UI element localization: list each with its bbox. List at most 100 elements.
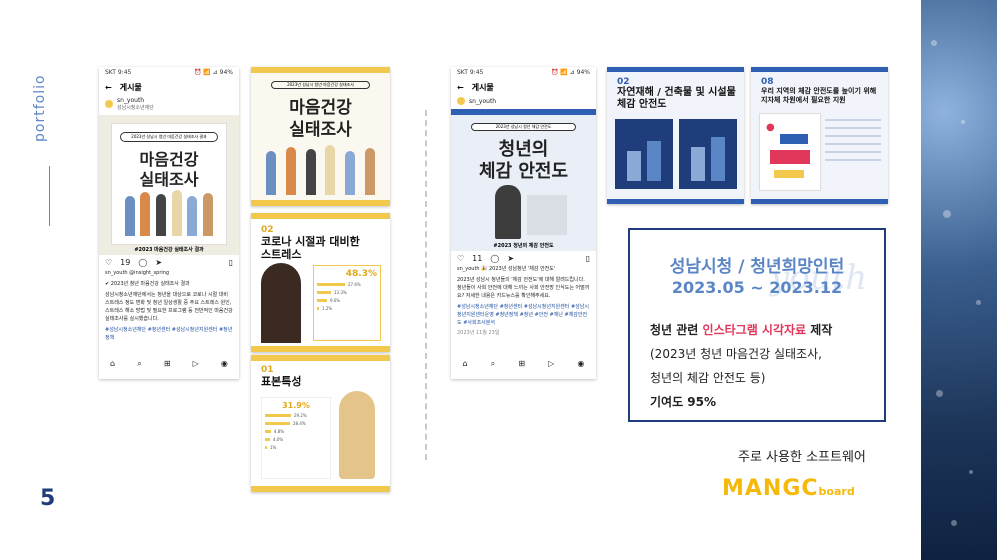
like-count: 11 [472, 253, 483, 263]
stat-value: 4.8% [274, 429, 285, 434]
card-local-support: 08 우리 지역의 체감 안전도를 높이기 위해 지자체 차원에서 필요한 지원… [751, 67, 888, 204]
username: sn_youth [469, 97, 497, 105]
project-description: 청년 관련 인스타그램 시각자료 제작 (2023년 청년 마음건강 실태조사,… [650, 318, 832, 414]
username: sn_youth [117, 97, 145, 104]
section-divider [425, 110, 427, 460]
like-count: 19 [120, 257, 131, 267]
poster-title-line-2: 실태조사 [139, 170, 199, 189]
people-illustration [261, 143, 380, 195]
home-icon[interactable]: ⌂ [463, 359, 468, 369]
chart-panel [679, 119, 737, 189]
man-on-phone-illustration [339, 391, 375, 479]
page-number: 5 [40, 486, 56, 511]
instagram-post-mental-health: SKT 9:45 ⏰ 📶 ⊿ 94% ← 게시물 sn_youth 성남시청소년재… [99, 67, 239, 379]
bookmark-icon[interactable]: ▯ [586, 254, 590, 263]
stat-value: 9.6% [330, 298, 341, 303]
stat-panel: 48.3% 27.6% 13.3% 9.6% 1.2% [313, 265, 381, 341]
profile-icon[interactable]: ◉ [221, 359, 228, 369]
status-icons: ⏰ 📶 ⊿ 94% [193, 69, 233, 76]
stat-value: 29.2% [294, 413, 307, 418]
ig-tab-bar: ⌂ ⌕ ⊞ ▷ ◉ [99, 359, 239, 369]
status-carrier: SKT 9:45 [105, 69, 132, 76]
card-mental-health-cover: 2023년 성남시 청년 마음건강 실태조사 마음건강 실태조사 [251, 67, 390, 206]
back-arrow-icon[interactable]: ← [105, 83, 112, 92]
post-header-title: 게시물 [471, 82, 494, 92]
card-number: 08 [761, 77, 774, 87]
decorative-water-texture [921, 0, 997, 560]
heart-icon[interactable]: ♡ [105, 258, 112, 267]
stat-value: 13.3% [334, 290, 347, 295]
caption-hashtags[interactable]: #성남시청소년재단 #청년센터 #성남시청년지원센터 #성남시청년지원센터운영 … [457, 303, 590, 327]
caption-lead: sn_youth 🎉 2023년 성남청년 '체감 안전도' [457, 266, 556, 272]
caption-lead: ✔ 2023년 청년 마음건강 실태조사 결과 [105, 281, 190, 287]
post-user[interactable]: sn_youth [451, 95, 596, 107]
chart-panel [615, 119, 673, 189]
portfolio-label: portfolio [32, 74, 48, 142]
add-post-icon[interactable]: ⊞ [164, 359, 171, 369]
card-covid-stress: 02 코로나 시절과 대비한 스트레스 48.3% 27.6% 13.3% 9.… [251, 213, 390, 352]
card-title: 우리 지역의 체감 안전도를 높이기 위해 지자체 차원에서 필요한 지원 [761, 87, 877, 104]
card-small-title: 2023년 성남시 청년 마음건강 실태조사 [271, 81, 370, 89]
comment-icon[interactable]: ◯ [490, 254, 499, 263]
caption-body: 성남시청소년재단에서는 청년을 대상으로 코로나 시절 대비 스트레스 정도 변… [105, 292, 233, 322]
profile-icon[interactable]: ◉ [577, 359, 584, 369]
highlight-text: 인스타그램 시각자료 [702, 323, 807, 337]
caption-body: 2023년 성남시 청년들의 '체감 안전도'에 대해 알려드립니다. 청년들이… [457, 277, 590, 299]
back-arrow-icon[interactable]: ← [457, 83, 464, 92]
card-title: 코로나 시절과 대비한 스트레스 [261, 235, 360, 261]
reels-icon[interactable]: ▷ [548, 359, 554, 369]
card-number: 01 [261, 365, 274, 375]
add-post-icon[interactable]: ⊞ [518, 359, 525, 369]
software-label: 주로 사용한 소프트웨어 [738, 450, 866, 465]
card-number: 02 [617, 77, 630, 87]
share-icon[interactable]: ➤ [507, 254, 514, 263]
stat-value: 1% [270, 445, 277, 450]
stat-value: 1.2% [322, 306, 333, 311]
search-icon[interactable]: ⌕ [491, 359, 495, 369]
project-title: 성남시청 / 청년희망인턴 [669, 257, 845, 277]
people-illustration [122, 190, 216, 236]
heart-icon[interactable]: ♡ [457, 254, 464, 263]
stat-value: 28.4% [293, 421, 306, 426]
caption-hashtags[interactable]: #성남시청소년재단 #청년센터 #성남시청년지원센터 #청년정책 [105, 326, 233, 342]
project-info-box: youth 성남시청 / 청년희망인턴 2023.05 ~ 2023.12 청년… [628, 228, 886, 422]
status-carrier: SKT 9:45 [457, 69, 484, 76]
mangoboard-logo: MANGCboard [722, 476, 855, 501]
left-sidebar: portfolio 5 [0, 0, 98, 560]
card-number: 02 [261, 225, 274, 235]
post-user[interactable]: sn_youth 성남시청소년재단 [99, 95, 239, 113]
post-header-title: 게시물 [119, 82, 142, 92]
word-cloud: ● [759, 113, 821, 191]
post-image: 2023년 성남시 청년 마음건강 실태조사 결과 마음건강 실태조사 #202… [99, 115, 239, 255]
stat-highlight: 31.9% [282, 401, 310, 410]
home-icon[interactable]: ⌂ [110, 359, 115, 369]
post-date: 2023년 11월 23일 [457, 330, 500, 336]
reels-icon[interactable]: ▷ [193, 359, 199, 369]
comment-icon[interactable]: ◯ [138, 258, 147, 267]
caption-handle: sn_youth @insight_spring [105, 270, 170, 276]
bookmark-icon[interactable]: ▯ [229, 258, 233, 267]
sidebar-divider [49, 166, 50, 226]
post-image: 2023년 성남시 청년 체감 안전도 청년의 체감 안전도 #2023 청년의… [451, 109, 596, 251]
status-icons: ⏰ 📶 ⊿ 94% [550, 69, 590, 76]
contribution: 기여도 95% [650, 395, 717, 409]
stat-value: 4.0% [273, 437, 284, 442]
user-subtitle: 성남시청소년재단 [117, 105, 154, 111]
card-title: 표본특성 [261, 375, 302, 388]
stat-value: 27.6% [348, 282, 361, 287]
card-disaster-safety: 02 자연재해 / 건축물 및 시설물 체감 안전도 [607, 67, 744, 204]
woman-illustration [261, 263, 301, 343]
avatar [105, 100, 113, 108]
poster-small-title: 2023년 성남시 청년 마음건강 실태조사 결과 [120, 132, 218, 142]
share-icon[interactable]: ➤ [155, 258, 162, 267]
poster-footer: #2023 청년의 체감 안전도 [493, 243, 554, 249]
stat-panel: 31.9% 29.2% 28.4% 4.8% 4.0% 1% [261, 397, 331, 479]
poster-small-title: 2023년 성남시 청년 체감 안전도 [471, 123, 576, 131]
search-icon[interactable]: ⌕ [137, 359, 141, 369]
support-list [825, 113, 881, 189]
poster-title-line-2: 체감 안전도 [478, 161, 569, 182]
worried-person-illustration [495, 185, 521, 239]
card-title-line-2: 실태조사 [289, 120, 352, 140]
card-title: 자연재해 / 건축물 및 시설물 체감 안전도 [617, 87, 736, 110]
poster-footer: #2023 마음건강 실태조사 결과 [134, 247, 204, 253]
